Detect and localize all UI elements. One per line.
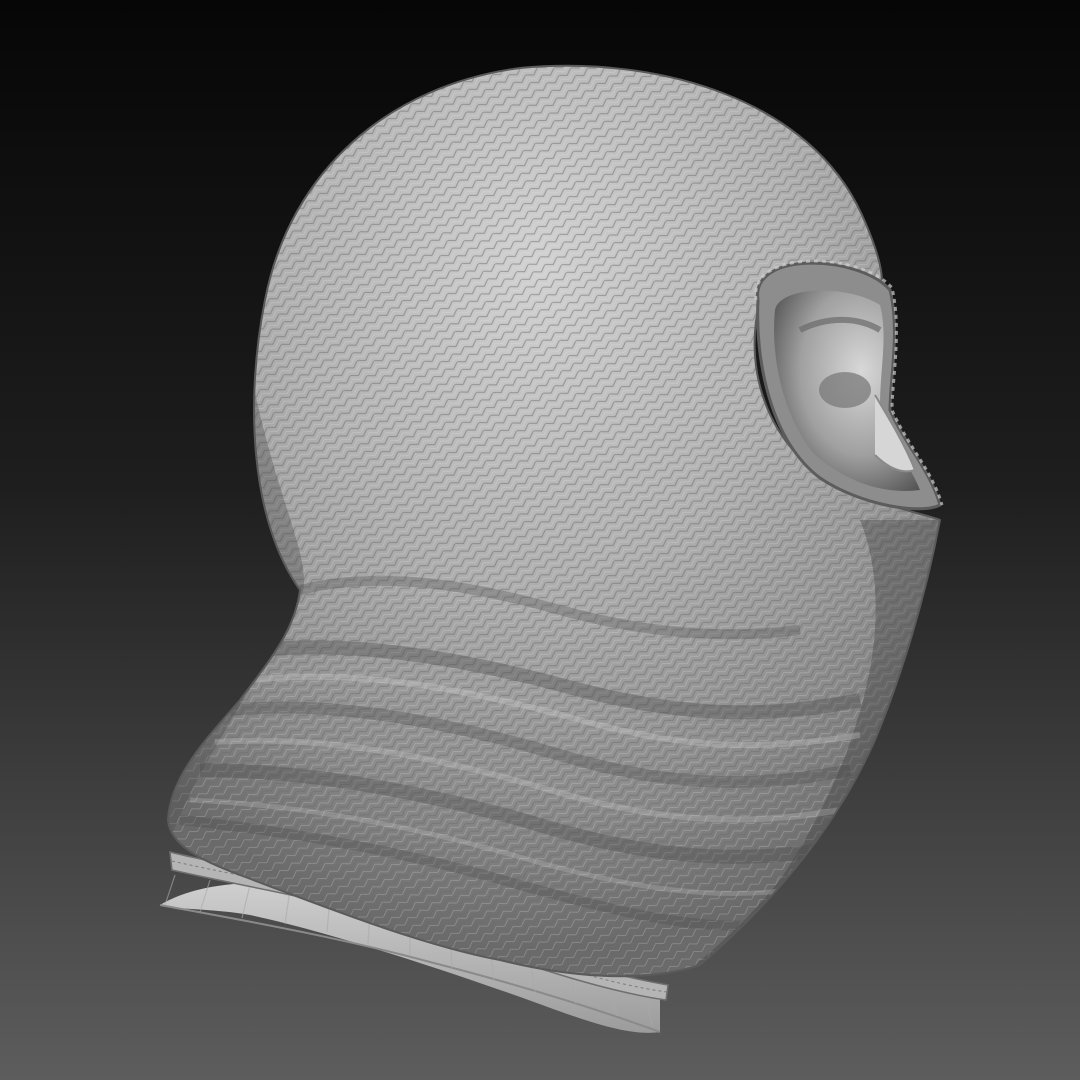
render-viewport	[0, 0, 1080, 1080]
sculpt-render	[0, 0, 1080, 1080]
